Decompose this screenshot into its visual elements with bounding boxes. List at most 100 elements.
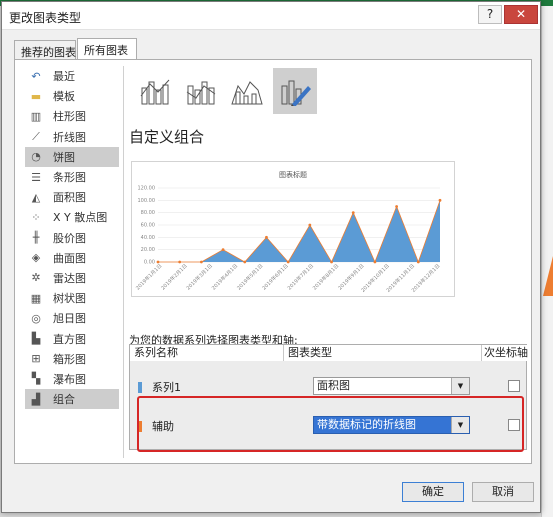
custom-combination-subtype[interactable] [273, 68, 317, 114]
line-marker [243, 260, 247, 264]
sidebar-item-label: 曲面图 [53, 251, 86, 265]
histogram-chart-icon: ▙ [31, 332, 41, 346]
surface-chart-icon: ◈ [31, 251, 41, 265]
y-tick-label: 100.00 [138, 198, 156, 204]
recent-icon: ↶ [31, 69, 41, 83]
sidebar-item-surface-chart[interactable]: ◈ 曲面图 [25, 248, 119, 268]
clustered-column-line-icon [140, 79, 170, 105]
series-name-label: 系列1 [152, 381, 181, 394]
sidebar-item-label: 树状图 [53, 292, 86, 306]
sidebar-item-label: 瀑布图 [53, 372, 86, 386]
x-tick-label: 2019年3月1日 [185, 262, 214, 291]
x-tick-label: 2019年1月1日 [134, 262, 163, 291]
x-tick-label: 2019年6月1日 [261, 262, 290, 291]
y-tick-label: 120.00 [138, 186, 156, 192]
stock-chart-icon: ╫ [32, 231, 40, 245]
sidebar-item-boxplot-chart[interactable]: ⊞ 箱形图 [25, 349, 119, 369]
y-tick-label: 60.00 [141, 223, 155, 229]
x-tick-label: 2019年2月1日 [160, 262, 189, 291]
pie-chart-icon: ◔ [31, 150, 41, 164]
sidebar-item-histogram-chart[interactable]: ▙ 直方图 [25, 328, 119, 348]
y-tick-label: 0.00 [144, 260, 155, 266]
sunburst-chart-icon: ◎ [31, 311, 41, 325]
highlight-annotation-box [137, 396, 524, 452]
worksheet-background [541, 6, 553, 517]
clustered-column-line-subtype[interactable] [133, 68, 177, 114]
treemap-chart-icon: ▦ [30, 291, 42, 305]
sidebar-item-folder[interactable]: ▬ 模板 [25, 86, 119, 106]
sidebar-item-area-chart[interactable]: ◭ 面积图 [25, 187, 119, 207]
x-tick-label: 2019年7月1日 [286, 262, 315, 291]
sidebar-item-label: 股价图 [53, 231, 86, 245]
sidebar-item-label: 柱形图 [53, 110, 86, 124]
line-marker [265, 235, 268, 239]
header-secondary-axis: 次坐标轴 [482, 345, 528, 361]
sidebar-item-label: X Y 散点图 [53, 211, 108, 225]
tab-recommended-charts[interactable]: 推荐的图表 [14, 40, 76, 60]
title-bar: 更改图表类型 ? ✕ [2, 2, 540, 30]
stacked-area-column-subtype[interactable] [225, 68, 269, 114]
sidebar-item-column-chart[interactable]: ▥ 柱形图 [25, 106, 119, 126]
series-row-name-1: 系列1 [138, 379, 181, 395]
series-color-swatch [138, 381, 142, 393]
chart-type-value: 面积图 [317, 379, 350, 392]
chart-type-sidebar: ↶ 最近 ▬ 模板 ▥ 柱形图 ⟋ 折线图 ◔ 饼图 ☰ 条形图 ◭ 面积图 ⁘ X Y 散点图 ╫ 股价图 ◈ 曲面… [25, 66, 119, 410]
header-chart-type: 图表类型 [284, 345, 482, 361]
sidebar-item-combo-chart[interactable]: ▟ 组合 [25, 389, 119, 410]
line-marker [395, 205, 399, 208]
dialog-title: 更改图表类型 [9, 11, 82, 25]
x-tick-label: 2019年5月1日 [235, 262, 264, 291]
sidebar-item-label: 最近 [53, 70, 75, 84]
column-line-secondary-icon [186, 81, 216, 105]
sidebar-item-line-chart[interactable]: ⟋ 折线图 [25, 127, 119, 147]
sidebar-item-treemap-chart[interactable]: ▦ 树状图 [25, 288, 119, 308]
sidebar-item-recent[interactable]: ↶ 最近 [25, 66, 119, 86]
column-chart-icon: ▥ [30, 109, 42, 123]
sidebar-item-radar-chart[interactable]: ✲ 雷达图 [25, 268, 119, 288]
sidebar-item-waterfall-chart[interactable]: ▚ 瀑布图 [25, 369, 119, 389]
header-series-name: 系列名称 [130, 345, 284, 361]
line-chart-icon: ⟋ [32, 129, 40, 143]
line-marker [178, 260, 182, 264]
line-marker [330, 260, 333, 264]
close-button[interactable]: ✕ [504, 5, 538, 24]
y-tick-label: 20.00 [141, 247, 155, 253]
sidebar-item-label: 面积图 [53, 191, 86, 205]
line-marker [199, 260, 203, 264]
line-marker [308, 223, 312, 227]
change-chart-type-dialog: 更改图表类型 ? ✕ 推荐的图表 所有图表 ↶ 最近 ▬ 模板 ▥ 柱形图 ⟋ 折线图 ◔ 饼图 ☰… [1, 1, 541, 513]
line-marker [221, 248, 225, 252]
sidebar-item-label: 组合 [53, 393, 75, 407]
help-button[interactable]: ? [478, 5, 502, 24]
line-marker [286, 260, 290, 264]
cancel-button[interactable]: 取消 [472, 482, 534, 502]
chart-preview: 图表标题 0.00 20.00 40.00 60.00 80.00 100.00 120.0… [131, 161, 455, 297]
ok-button[interactable]: 确定 [402, 482, 464, 502]
line-marker [351, 211, 355, 215]
sidebar-item-sunburst-chart[interactable]: ◎ 旭日图 [25, 308, 119, 328]
scatter-chart-icon: ⁘ [31, 210, 41, 224]
area-column-icon [231, 81, 263, 105]
x-tick-label: 2019年4月1日 [210, 262, 239, 291]
series-1-chart-type-select[interactable]: 面积图 ▼ [313, 377, 470, 395]
sidebar-item-stock-chart[interactable]: ╫ 股价图 [25, 228, 119, 248]
y-tick-label: 40.00 [141, 235, 155, 241]
x-tick-label: 2019年9月1日 [337, 262, 366, 291]
boxplot-chart-icon: ⊞ [31, 352, 41, 366]
chart-preview-title: 图表标题 [279, 171, 307, 179]
clustered-column-line-secondary-subtype[interactable] [179, 68, 223, 114]
tab-all-charts[interactable]: 所有图表 [77, 38, 137, 60]
custom-combo-pencil-icon [281, 80, 311, 106]
line-marker [416, 260, 420, 264]
area-chart-icon: ◭ [31, 190, 41, 204]
sidebar-item-scatter-chart[interactable]: ⁘ X Y 散点图 [25, 207, 119, 227]
line-marker [373, 260, 377, 264]
line-marker [438, 198, 442, 202]
sidebar-item-label: 条形图 [53, 171, 86, 185]
waterfall-chart-icon: ▚ [31, 372, 41, 386]
all-charts-panel: ↶ 最近 ▬ 模板 ▥ 柱形图 ⟋ 折线图 ◔ 饼图 ☰ 条形图 ◭ 面积图 ⁘ X Y 散点图 ╫ 股价图 ◈ 曲面… [14, 59, 532, 464]
sidebar-item-pie-chart[interactable]: ◔ 饼图 [25, 146, 119, 167]
chevron-down-icon[interactable]: ▼ [451, 378, 469, 394]
series-1-secondary-axis-checkbox[interactable] [508, 380, 520, 392]
sidebar-item-bar-chart[interactable]: ☰ 条形图 [25, 167, 119, 187]
